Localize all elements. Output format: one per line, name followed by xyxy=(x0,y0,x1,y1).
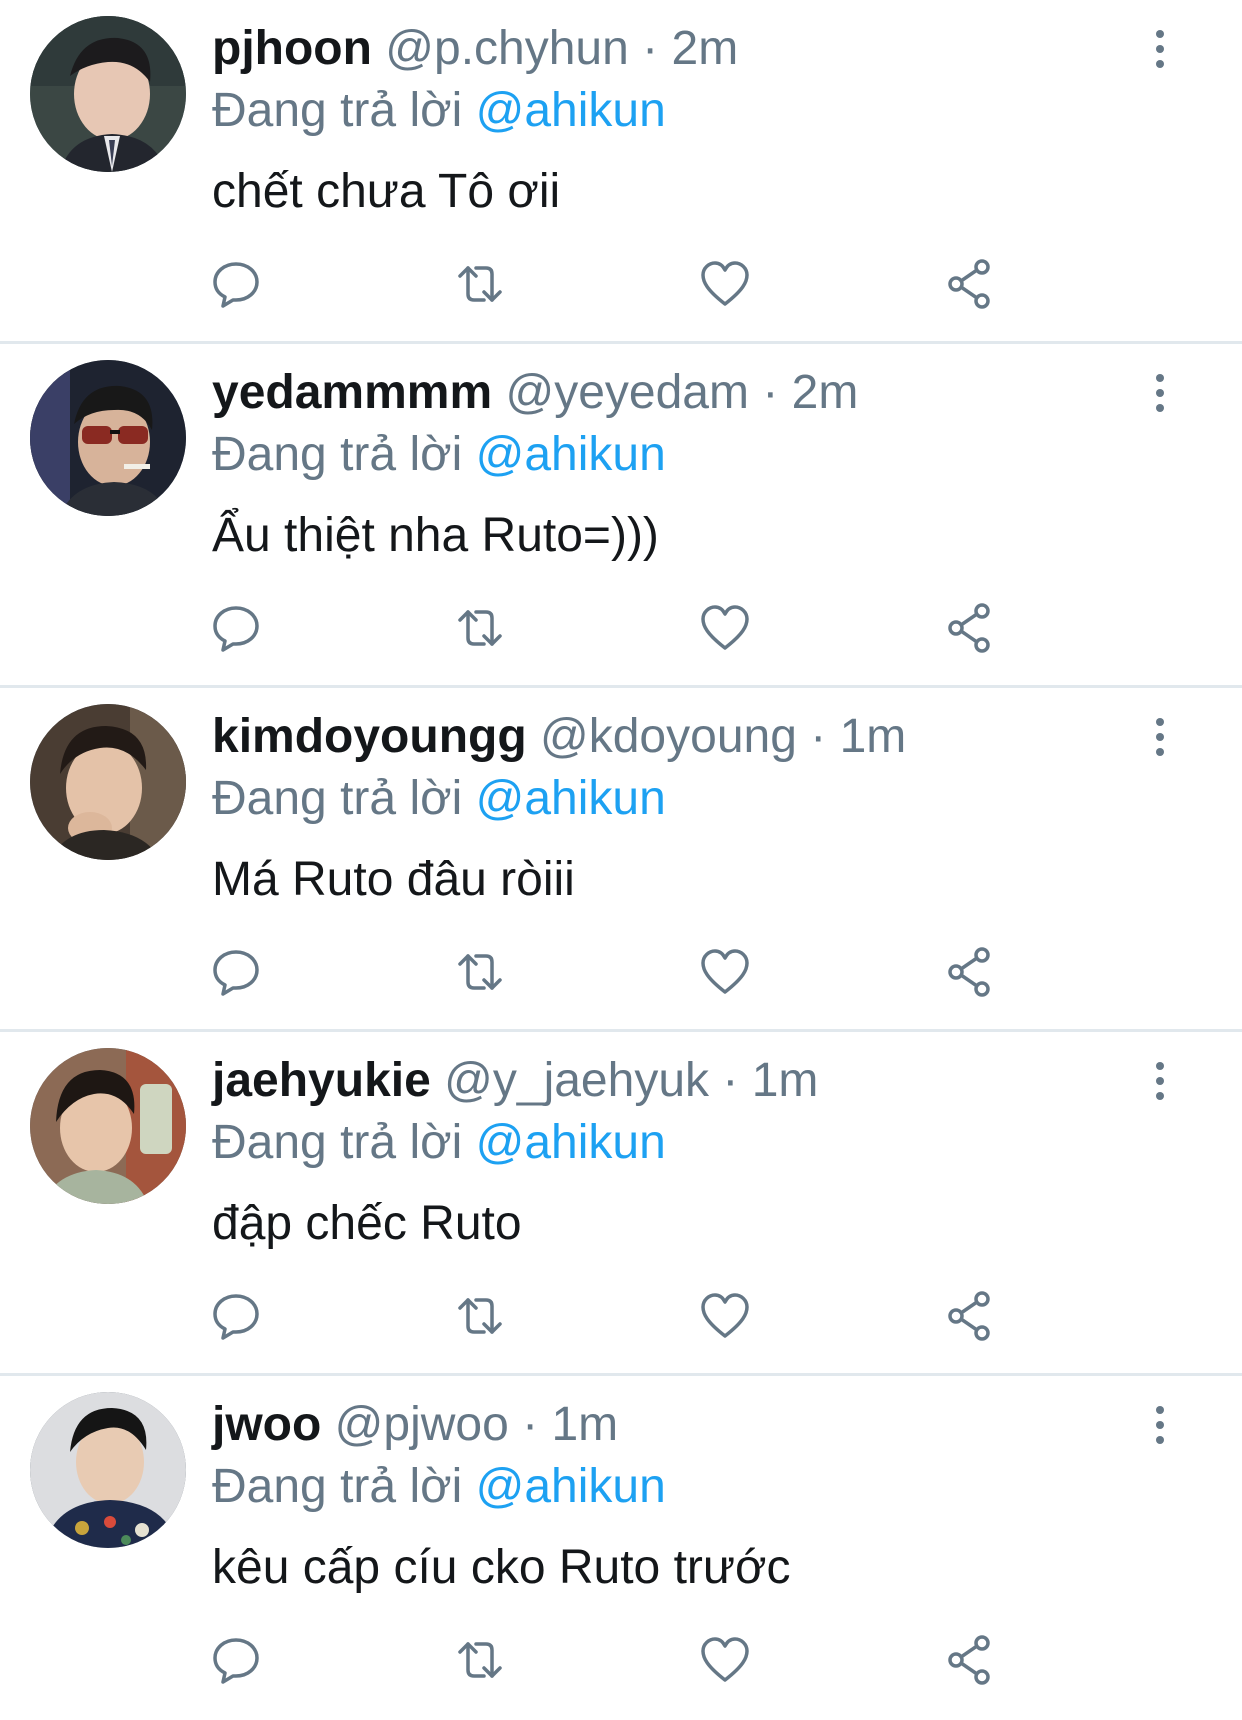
display-name[interactable]: pjhoon xyxy=(212,22,372,75)
heart-icon[interactable] xyxy=(697,1632,753,1688)
tweet-item[interactable]: jaehyukie @y_jaehyuk · 1m Đang trả lời @… xyxy=(0,1032,1242,1376)
user-handle[interactable]: @pjwoo xyxy=(335,1398,509,1451)
more-vertical-icon[interactable] xyxy=(1145,716,1175,758)
heart-icon[interactable] xyxy=(697,944,753,1000)
tweet-text: chết chưa Tô ơii xyxy=(212,165,561,218)
user-handle[interactable]: @kdoyoung xyxy=(540,710,797,763)
more-vertical-icon[interactable] xyxy=(1145,372,1175,414)
heart-icon[interactable] xyxy=(697,1288,753,1344)
more-vertical-icon[interactable] xyxy=(1145,1060,1175,1102)
comment-icon[interactable] xyxy=(208,1288,264,1344)
reply-prefix: Đang trả lời xyxy=(212,428,463,481)
tweet-text: kêu cấp cíu cko Ruto trước xyxy=(212,1541,791,1594)
retweet-icon[interactable] xyxy=(452,1632,508,1688)
separator-dot: · xyxy=(762,366,779,419)
comment-icon[interactable] xyxy=(208,944,264,1000)
reply-prefix: Đang trả lời xyxy=(212,84,463,137)
mention-link[interactable]: @ahikun xyxy=(476,772,666,825)
heart-icon[interactable] xyxy=(697,600,753,656)
replying-to: Đang trả lời @ahikun xyxy=(212,424,666,486)
mention-link[interactable]: @ahikun xyxy=(476,428,666,481)
tweet-item[interactable]: yedammmm @yeyedam · 2m Đang trả lời @ahi… xyxy=(0,344,1242,688)
tweet-header: yedammmm @yeyedam · 2m xyxy=(212,362,858,424)
reply-prefix: Đang trả lời xyxy=(212,1460,463,1513)
heart-icon[interactable] xyxy=(697,256,753,312)
comment-icon[interactable] xyxy=(208,256,264,312)
share-icon[interactable] xyxy=(942,944,998,1000)
tweet-header: jaehyukie @y_jaehyuk · 1m xyxy=(212,1050,818,1112)
tweet-text: đập chếc Ruto xyxy=(212,1197,522,1250)
avatar[interactable] xyxy=(30,1392,186,1548)
action-bar xyxy=(0,1632,1242,1688)
tweet-item[interactable]: kimdoyoungg @kdoyoung · 1m Đang trả lời … xyxy=(0,688,1242,1032)
display-name[interactable]: jwoo xyxy=(212,1398,321,1451)
share-icon[interactable] xyxy=(942,1632,998,1688)
retweet-icon[interactable] xyxy=(452,600,508,656)
tweet-text: Ẩu thiệt nha Ruto=))) xyxy=(212,509,659,562)
display-name[interactable]: yedammmm xyxy=(212,366,492,419)
separator-dot: · xyxy=(810,710,827,763)
reply-prefix: Đang trả lời xyxy=(212,1116,463,1169)
more-vertical-icon[interactable] xyxy=(1145,1404,1175,1446)
reply-feed: pjhoon @p.chyhun · 2m Đang trả lời @ahik… xyxy=(0,0,1242,1714)
comment-icon[interactable] xyxy=(208,1632,264,1688)
tweet-header: jwoo @pjwoo · 1m xyxy=(212,1394,618,1456)
retweet-icon[interactable] xyxy=(452,1288,508,1344)
mention-link[interactable]: @ahikun xyxy=(476,1116,666,1169)
separator-dot: · xyxy=(642,22,659,75)
separator-dot: · xyxy=(722,1054,739,1107)
tweet-header: kimdoyoungg @kdoyoung · 1m xyxy=(212,706,906,768)
replying-to: Đang trả lời @ahikun xyxy=(212,768,666,830)
mention-link[interactable]: @ahikun xyxy=(476,1460,666,1513)
display-name[interactable]: jaehyukie xyxy=(212,1054,431,1107)
replying-to: Đang trả lời @ahikun xyxy=(212,80,666,142)
display-name[interactable]: kimdoyoungg xyxy=(212,710,527,763)
avatar[interactable] xyxy=(30,1048,186,1204)
tweet-header: pjhoon @p.chyhun · 2m xyxy=(212,18,738,80)
retweet-icon[interactable] xyxy=(452,944,508,1000)
timestamp[interactable]: 1m xyxy=(551,1398,618,1451)
avatar[interactable] xyxy=(30,360,186,516)
timestamp[interactable]: 2m xyxy=(672,22,739,75)
user-handle[interactable]: @yeyedam xyxy=(505,366,749,419)
tweet-item[interactable]: pjhoon @p.chyhun · 2m Đang trả lời @ahik… xyxy=(0,0,1242,344)
share-icon[interactable] xyxy=(942,1288,998,1344)
tweet-text: Má Ruto đâu ròiii xyxy=(212,853,575,906)
user-handle[interactable]: @y_jaehyuk xyxy=(444,1054,709,1107)
timestamp[interactable]: 1m xyxy=(840,710,907,763)
reply-prefix: Đang trả lời xyxy=(212,772,463,825)
avatar[interactable] xyxy=(30,16,186,172)
retweet-icon[interactable] xyxy=(452,256,508,312)
avatar[interactable] xyxy=(30,704,186,860)
comment-icon[interactable] xyxy=(208,600,264,656)
action-bar xyxy=(0,600,1242,656)
replying-to: Đang trả lời @ahikun xyxy=(212,1112,666,1174)
action-bar xyxy=(0,1288,1242,1344)
share-icon[interactable] xyxy=(942,600,998,656)
action-bar xyxy=(0,256,1242,312)
tweet-item[interactable]: jwoo @pjwoo · 1m Đang trả lời @ahikun kê… xyxy=(0,1376,1242,1720)
replying-to: Đang trả lời @ahikun xyxy=(212,1456,666,1518)
separator-dot: · xyxy=(522,1398,539,1451)
timestamp[interactable]: 2m xyxy=(792,366,859,419)
user-handle[interactable]: @p.chyhun xyxy=(385,22,629,75)
timestamp[interactable]: 1m xyxy=(752,1054,819,1107)
action-bar xyxy=(0,944,1242,1000)
share-icon[interactable] xyxy=(942,256,998,312)
more-vertical-icon[interactable] xyxy=(1145,28,1175,70)
mention-link[interactable]: @ahikun xyxy=(476,84,666,137)
